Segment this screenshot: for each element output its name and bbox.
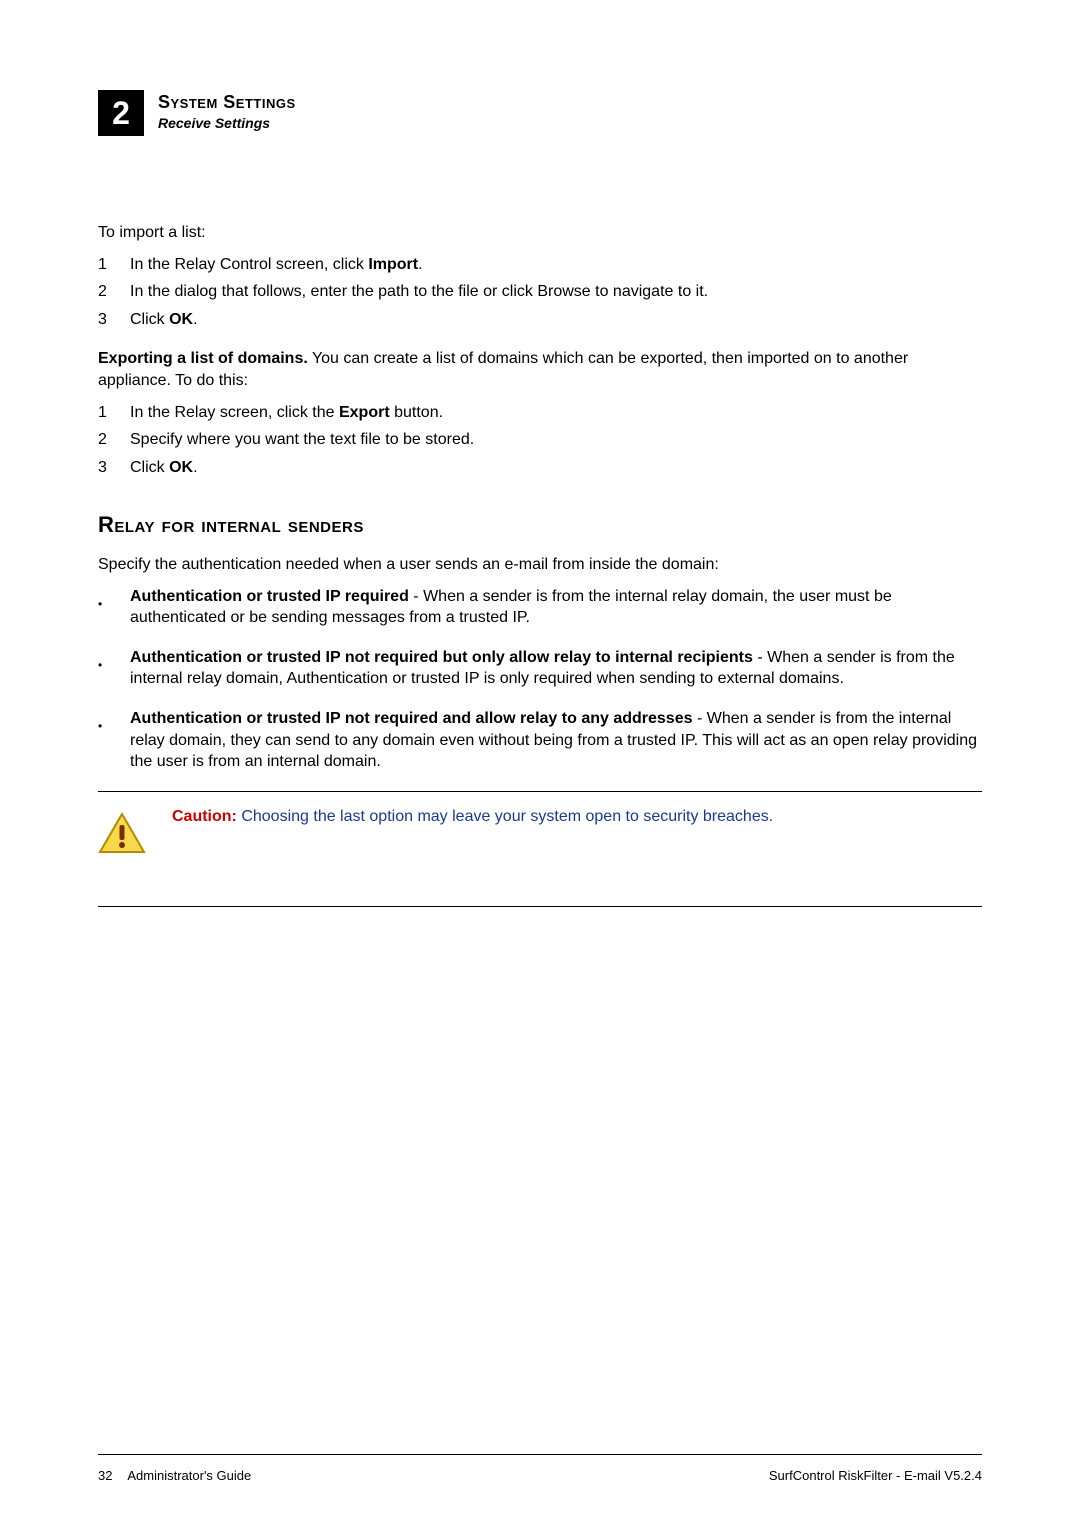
bullet-icon [98, 708, 104, 773]
list-item: 3 Click OK. [98, 457, 982, 479]
list-item: Authentication or trusted IP required - … [98, 586, 982, 629]
list-item: 1 In the Relay screen, click the Export … [98, 402, 982, 424]
caution-label: Caution: [172, 808, 237, 825]
import-intro: To import a list: [98, 222, 982, 244]
step-number: 2 [98, 429, 112, 451]
list-item: 2 Specify where you want the text file t… [98, 429, 982, 451]
bullet-text: Authentication or trusted IP not require… [126, 708, 982, 773]
section-intro: Specify the authentication needed when a… [98, 554, 982, 576]
export-steps-list: 1 In the Relay screen, click the Export … [98, 402, 982, 479]
step-number: 3 [98, 457, 112, 479]
page-footer: 32 Administrator's Guide SurfControl Ris… [98, 1468, 982, 1483]
footer-divider [98, 1454, 982, 1455]
footer-left: 32 Administrator's Guide [98, 1468, 251, 1483]
header-subtitle: Receive Settings [158, 115, 296, 131]
caution-icon [98, 806, 146, 863]
footer-right: SurfControl RiskFilter - E-mail V5.2.4 [769, 1468, 982, 1483]
bullet-icon [98, 586, 104, 629]
header-text: System Settings Receive Settings [158, 90, 296, 131]
page: 2 System Settings Receive Settings To im… [0, 0, 1080, 1527]
step-text: Specify where you want the text file to … [130, 429, 474, 451]
step-text: Click OK. [130, 457, 198, 479]
list-item: Authentication or trusted IP not require… [98, 647, 982, 690]
export-lead-bold: Exporting a list of domains. [98, 350, 308, 367]
export-lead: Exporting a list of domains. You can cre… [98, 348, 982, 391]
chapter-number: 2 [112, 95, 130, 132]
step-text: In the Relay Control screen, click Impor… [130, 254, 423, 276]
section-heading: Relay for internal senders [98, 510, 982, 540]
caution-body: Caution: Choosing the last option may le… [172, 806, 773, 828]
list-item: Authentication or trusted IP not require… [98, 708, 982, 773]
step-number: 2 [98, 281, 112, 303]
body-content: To import a list: 1 In the Relay Control… [98, 222, 982, 907]
step-text: Click OK. [130, 309, 198, 331]
step-text: In the dialog that follows, enter the pa… [130, 281, 708, 303]
caution-callout: Caution: Choosing the last option may le… [98, 792, 982, 899]
list-item: 3 Click OK. [98, 309, 982, 331]
step-text: In the Relay screen, click the Export bu… [130, 402, 443, 424]
step-number: 1 [98, 402, 112, 424]
list-item: 1 In the Relay Control screen, click Imp… [98, 254, 982, 276]
page-header: 2 System Settings Receive Settings [98, 90, 982, 136]
footer-doc-title: Administrator's Guide [127, 1468, 251, 1483]
step-number: 3 [98, 309, 112, 331]
step-number: 1 [98, 254, 112, 276]
header-title: System Settings [158, 92, 296, 113]
bullet-text: Authentication or trusted IP required - … [126, 586, 982, 629]
divider [98, 906, 982, 907]
import-steps-list: 1 In the Relay Control screen, click Imp… [98, 254, 982, 331]
page-number: 32 [98, 1468, 112, 1483]
relay-options-list: Authentication or trusted IP required - … [98, 586, 982, 773]
caution-text: Choosing the last option may leave your … [237, 808, 773, 825]
list-item: 2 In the dialog that follows, enter the … [98, 281, 982, 303]
chapter-number-box: 2 [98, 90, 144, 136]
bullet-icon [98, 647, 104, 690]
bullet-text: Authentication or trusted IP not require… [126, 647, 982, 690]
